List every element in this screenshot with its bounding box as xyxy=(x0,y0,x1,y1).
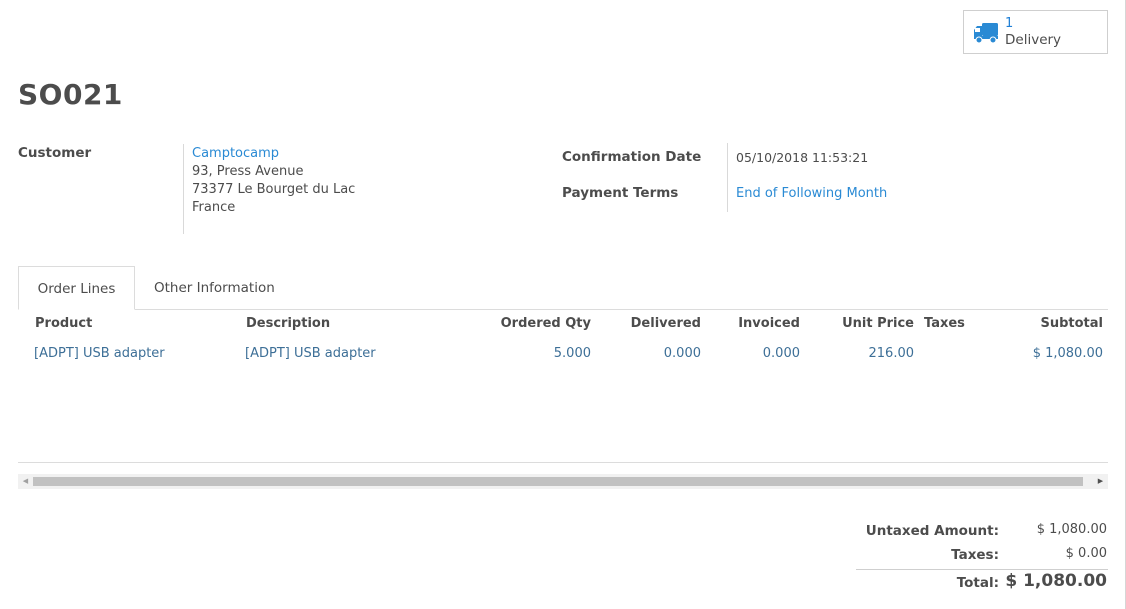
row-ordered-qty[interactable]: 5.000 xyxy=(490,346,591,361)
taxes-value: $ 0.00 xyxy=(1065,546,1107,561)
row-unit-price[interactable]: 216.00 xyxy=(820,346,915,361)
right-fields-divider xyxy=(727,143,728,212)
total-label: Total: xyxy=(956,575,999,591)
row-invoiced[interactable]: 0.000 xyxy=(700,346,800,361)
row-description[interactable]: [ADPT] USB adapter xyxy=(245,346,376,361)
delivery-label: Delivery xyxy=(1005,32,1062,48)
customer-address-line1: 93, Press Avenue xyxy=(192,164,304,179)
customer-country: France xyxy=(192,200,236,215)
horizontal-scrollbar[interactable]: ◀ ▶ xyxy=(18,474,1108,489)
column-header-product[interactable]: Product xyxy=(35,316,92,331)
truck-icon xyxy=(974,23,998,44)
payment-terms-link[interactable]: End of Following Month xyxy=(736,186,887,201)
order-title: SO021 xyxy=(18,78,123,111)
untaxed-amount-label: Untaxed Amount: xyxy=(865,523,999,539)
delivery-smart-button[interactable]: 1 Delivery xyxy=(963,10,1108,54)
table-bottom-border xyxy=(18,462,1108,463)
payment-terms-label: Payment Terms xyxy=(562,185,679,201)
taxes-label: Taxes: xyxy=(951,547,999,563)
customer-divider xyxy=(183,144,184,234)
delivery-count: 1 xyxy=(1005,16,1014,31)
totals-divider xyxy=(856,569,1108,570)
total-value: $ 1,080.00 xyxy=(1005,571,1107,591)
tab-order-lines[interactable]: Order Lines xyxy=(18,266,135,310)
customer-address-line2: 73377 Le Bourget du Lac xyxy=(192,182,356,197)
column-header-description[interactable]: Description xyxy=(246,316,330,331)
customer-name-link[interactable]: Camptocamp xyxy=(192,145,355,163)
confirmation-date-value: 05/10/2018 11:53:21 xyxy=(736,150,869,165)
row-subtotal[interactable]: $ 1,080.00 xyxy=(990,346,1103,361)
arrow-right-icon[interactable]: ▶ xyxy=(1093,474,1108,489)
tab-other-information[interactable]: Other Information xyxy=(154,266,275,310)
confirmation-date-label: Confirmation Date xyxy=(562,149,702,165)
customer-address-block: Camptocamp 93, Press Avenue 73377 Le Bou… xyxy=(192,145,355,217)
row-product[interactable]: [ADPT] USB adapter xyxy=(34,346,165,361)
column-header-delivered[interactable]: Delivered xyxy=(600,316,701,331)
arrow-left-icon[interactable]: ◀ xyxy=(18,474,33,489)
column-header-ordered-qty[interactable]: Ordered Qty xyxy=(490,316,591,331)
scrollbar-thumb[interactable] xyxy=(33,477,1083,486)
column-header-subtotal[interactable]: Subtotal xyxy=(990,316,1103,331)
untaxed-amount-value: $ 1,080.00 xyxy=(1036,522,1107,537)
column-header-invoiced[interactable]: Invoiced xyxy=(700,316,800,331)
column-header-unit-price[interactable]: Unit Price xyxy=(820,316,914,331)
row-delivered[interactable]: 0.000 xyxy=(600,346,701,361)
column-header-taxes[interactable]: Taxes xyxy=(924,316,965,331)
customer-label: Customer xyxy=(18,145,92,161)
